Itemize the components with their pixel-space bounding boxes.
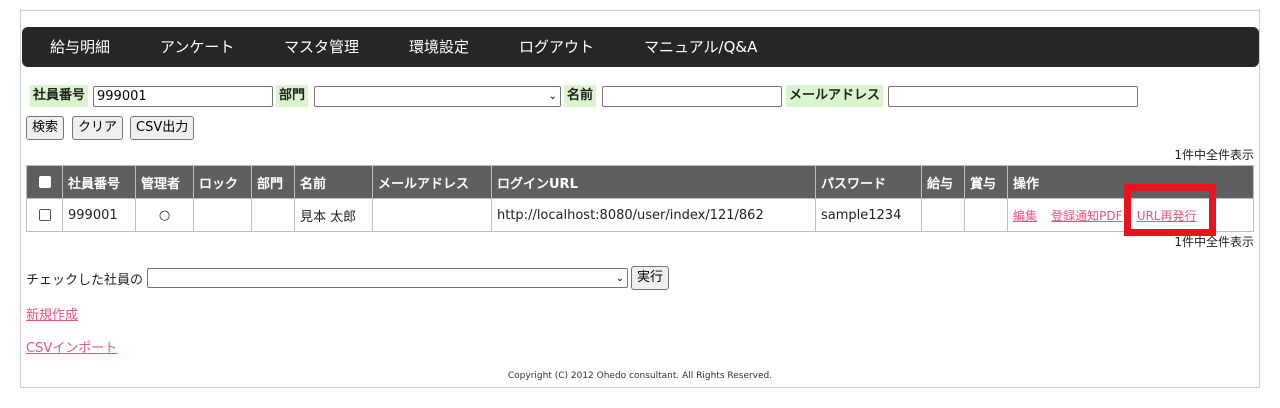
nav-payslip[interactable]: 給与明細 [50, 27, 110, 67]
cell-department [251, 198, 295, 232]
result-count-bottom: 1件中全件表示 [1174, 235, 1254, 249]
nav-manual[interactable]: マニュアル/Q&A [644, 27, 757, 67]
edit-link[interactable]: 編集 [1013, 209, 1037, 223]
header-actions: 操作 [1007, 165, 1254, 199]
cell-login-url: http://localhost:8080/user/index/121/862 [491, 198, 816, 232]
header-salary: 給与 [921, 165, 965, 199]
cell-lock [193, 198, 252, 232]
table-row: 999001 ○ 見本 太郎 http://localhost:8080/use… [26, 198, 1254, 232]
header-employee-no: 社員番号 [62, 165, 136, 199]
header-email: メールアドレス [372, 165, 492, 199]
employee-no-input[interactable] [93, 86, 273, 107]
nav-master[interactable]: マスタ管理 [284, 27, 359, 67]
copyright-text: Copyright (C) 2012 Ohedo consultant. All… [507, 371, 773, 381]
csv-import-link[interactable]: CSVインポート [26, 337, 117, 356]
registration-pdf-link[interactable]: 登録通知PDF [1051, 209, 1122, 223]
employee-no-label: 社員番号 [30, 85, 89, 107]
header-name: 名前 [294, 165, 373, 199]
bulk-action-select[interactable]: ⌄ [147, 268, 628, 288]
new-create-link[interactable]: 新規作成 [26, 304, 78, 323]
select-all-checkbox[interactable] [38, 176, 51, 188]
header-lock: ロック [193, 165, 252, 199]
cell-actions: 編集 登録通知PDF URL再発行 [1007, 198, 1254, 232]
main-nav: 給与明細 アンケート マスタ管理 環境設定 ログアウト マニュアル/Q&A [22, 27, 1259, 67]
header-bonus: 賞与 [964, 165, 1008, 199]
select-all-header[interactable] [26, 165, 63, 199]
name-label: 名前 [564, 85, 597, 107]
cell-salary [921, 198, 965, 232]
bulk-action-label: チェックした社員の [26, 273, 144, 288]
cell-email [372, 198, 492, 232]
header-login-url: ログインURL [491, 165, 816, 199]
cell-admin: ○ [135, 198, 194, 232]
email-label: メールアドレス [786, 85, 884, 107]
csv-export-button[interactable]: CSV出力 [130, 116, 195, 140]
cell-name: 見本 太郎 [294, 198, 373, 232]
department-label: 部門 [276, 85, 309, 107]
clear-button[interactable]: クリア [72, 116, 124, 140]
result-count-top: 1件中全件表示 [1174, 148, 1254, 162]
name-input[interactable] [602, 86, 782, 107]
chevron-down-icon: ⌄ [548, 91, 557, 102]
cell-bonus [964, 198, 1008, 232]
row-checkbox[interactable] [38, 209, 51, 221]
header-department: 部門 [251, 165, 295, 199]
cell-password: sample1234 [815, 198, 922, 232]
row-select-cell[interactable] [26, 198, 63, 232]
search-button[interactable]: 検索 [26, 116, 65, 140]
department-select[interactable]: ⌄ [314, 86, 561, 107]
nav-logout[interactable]: ログアウト [519, 27, 594, 67]
chevron-down-icon: ⌄ [615, 273, 624, 284]
table-header-row: 社員番号 管理者 ロック 部門 名前 メールアドレス ログインURL パスワード… [26, 165, 1254, 199]
email-input[interactable] [888, 86, 1138, 107]
nav-settings[interactable]: 環境設定 [409, 27, 469, 67]
url-reissue-link[interactable]: URL再発行 [1137, 209, 1197, 223]
header-password: パスワード [815, 165, 922, 199]
employee-table: 社員番号 管理者 ロック 部門 名前 メールアドレス ログインURL パスワード… [26, 165, 1254, 232]
nav-survey[interactable]: アンケート [160, 27, 234, 67]
header-admin: 管理者 [135, 165, 194, 199]
page-container: 給与明細 アンケート マスタ管理 環境設定 ログアウト マニュアル/Q&A 社員… [20, 10, 1260, 388]
execute-button[interactable]: 実行 [631, 266, 670, 290]
cell-employee-no: 999001 [62, 198, 136, 232]
